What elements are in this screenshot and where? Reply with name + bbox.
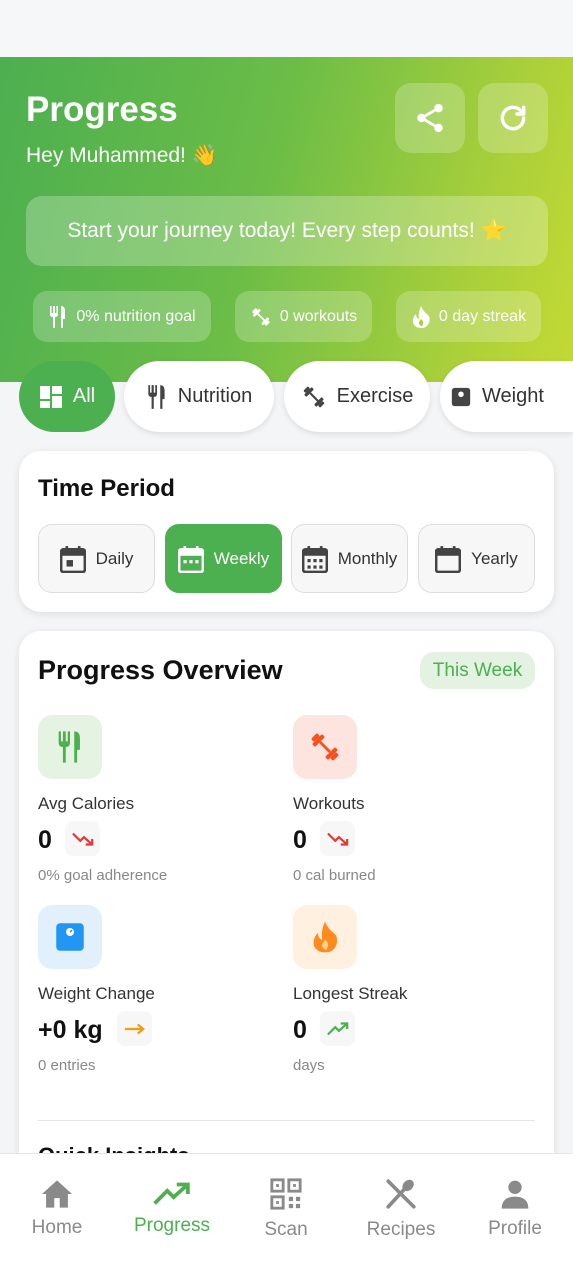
stat-sub-workouts: 0 cal burned — [293, 867, 376, 884]
streak-icon-box — [293, 905, 357, 969]
section-divider — [38, 1120, 535, 1121]
flame-icon — [412, 305, 430, 328]
period-yearly-button[interactable]: Yearly — [418, 524, 535, 593]
trend-down-icon — [71, 832, 93, 846]
tab-exercise[interactable]: Exercise — [284, 361, 430, 432]
trend-calories — [65, 821, 100, 856]
calendar-icon — [59, 545, 86, 573]
trend-workouts — [320, 821, 355, 856]
flame-icon — [313, 921, 338, 953]
trend-weight — [117, 1011, 152, 1046]
stat-label-weight: Weight Change — [38, 984, 155, 1003]
trend-up-icon — [326, 1021, 348, 1035]
nav-home[interactable]: Home — [0, 1154, 114, 1264]
tab-nutrition[interactable]: Nutrition — [124, 361, 274, 432]
refresh-button[interactable] — [478, 83, 548, 153]
stat-sub-streak: days — [293, 1057, 325, 1074]
nav-recipes[interactable]: Recipes — [344, 1154, 458, 1264]
chip-nutrition-goal: 0% nutrition goal — [33, 291, 211, 342]
stat-sub-calories: 0% goal adherence — [38, 867, 168, 884]
profile-icon — [501, 1180, 529, 1209]
dumbbell-icon — [252, 307, 270, 326]
period-badge: This Week — [420, 652, 535, 689]
stat-value-streak: 0 — [293, 1016, 307, 1044]
trend-streak — [320, 1011, 355, 1046]
trend-up-icon — [153, 1182, 190, 1205]
stat-label-streak: Longest Streak — [293, 984, 408, 1003]
share-icon — [417, 103, 443, 133]
dumbbell-icon — [303, 386, 324, 407]
stat-value-calories: 0 — [38, 826, 52, 854]
scale-icon — [56, 923, 84, 951]
stat-label-workouts: Workouts — [293, 794, 365, 813]
status-bar-area — [0, 0, 573, 57]
weight-icon-box — [38, 905, 102, 969]
tab-weight[interactable]: Weight — [440, 361, 573, 432]
dumbbell-icon — [311, 733, 339, 761]
calories-icon-box — [38, 715, 102, 779]
time-period-title: Time Period — [38, 475, 175, 502]
calendar-month-icon — [301, 545, 328, 573]
motivation-banner: Start your journey today! Every step cou… — [26, 196, 548, 266]
refresh-icon — [500, 105, 526, 131]
stat-value-weight: +0 kg — [38, 1016, 103, 1044]
progress-overview-card: Progress Overview This Week Avg Calories… — [19, 631, 554, 1191]
period-daily-button[interactable]: Daily — [38, 524, 155, 593]
nav-profile[interactable]: Profile — [458, 1154, 572, 1264]
calendar-year-icon — [435, 545, 462, 573]
trend-down-icon — [326, 832, 348, 846]
period-monthly-button[interactable]: Monthly — [291, 524, 408, 593]
banner-text: Start your journey today! Every step cou… — [67, 219, 507, 242]
workouts-icon-box — [293, 715, 357, 779]
bottom-navigation: Home Progress Scan Recipes Profile — [0, 1153, 573, 1280]
chip-streak: 0 day streak — [396, 291, 541, 342]
utensils-icon — [58, 731, 80, 763]
period-weekly-button[interactable]: Weekly — [165, 524, 282, 593]
grid-icon — [39, 385, 62, 408]
greeting-text: Hey Muhammed! 👋 — [26, 144, 218, 167]
stat-value-workouts: 0 — [293, 826, 307, 854]
time-period-card: Time Period Daily Weekly Monthly Yearly — [19, 451, 554, 612]
arrow-right-icon — [124, 1023, 145, 1034]
scale-icon — [451, 387, 471, 406]
stat-sub-weight: 0 entries — [38, 1057, 96, 1074]
utensils-icon — [148, 384, 165, 409]
page-title: Progress — [26, 90, 178, 129]
utensils-icon — [50, 305, 66, 328]
qr-scan-icon — [270, 1178, 302, 1210]
tab-all[interactable]: All — [19, 361, 115, 432]
nav-progress[interactable]: Progress — [115, 1154, 229, 1264]
nav-scan[interactable]: Scan — [229, 1154, 343, 1264]
home-icon — [42, 1180, 72, 1208]
recipes-icon — [386, 1179, 416, 1209]
overview-title: Progress Overview — [38, 655, 283, 685]
stat-label-calories: Avg Calories — [38, 794, 135, 813]
chip-workouts: 0 workouts — [235, 291, 372, 342]
share-button[interactable] — [395, 83, 465, 153]
calendar-week-icon — [177, 545, 204, 573]
